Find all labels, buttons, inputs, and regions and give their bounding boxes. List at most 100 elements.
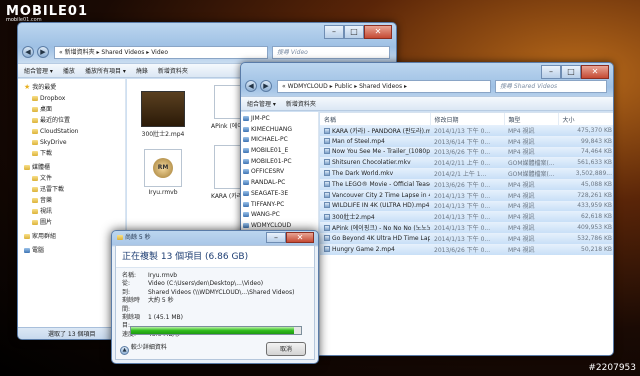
table-row[interactable]: The LEGO® Movie - Official Teaser Tr...2…: [320, 178, 613, 190]
minimize-button[interactable]: –: [324, 25, 344, 39]
table-row[interactable]: Hungry Game 2.mp4 2013/6/26 下午 0... MP4 視訊…: [320, 243, 613, 255]
sidebar-item-label: 家用群組: [32, 233, 57, 240]
table-row[interactable]: KARA (카라) - PANDORA (판도라).mp4 2014/1/13 下…: [320, 125, 613, 136]
table-row[interactable]: Vancouver City 2 Time Lapse in 4K Ultr..…: [320, 189, 613, 201]
sidebar-item[interactable]: Dropbox: [18, 93, 125, 104]
forward-arrow-icon[interactable]: ▶: [37, 46, 49, 58]
new-folder-button[interactable]: 新增資料夾: [158, 66, 188, 75]
burn-button[interactable]: 燒錄: [136, 66, 148, 75]
navigation-pane: ★ 我的最愛 Dropbox 桌面 最近的位置 CloudStation SkyDrive 下…: [18, 79, 126, 327]
progress-fill: [131, 327, 295, 334]
cell-size: 409,953 KB: [558, 222, 613, 233]
table-row[interactable]: The Dark World.mkv 2014/2/1 上午 1... GOM媒體檔…: [320, 168, 613, 179]
sidebar-item[interactable]: 媒體櫃: [18, 162, 125, 173]
back-arrow-icon[interactable]: ◀: [22, 46, 34, 58]
sidebar-item[interactable]: 桌面: [18, 104, 125, 115]
network-item[interactable]: WANG-PC: [241, 210, 318, 221]
maximize-button[interactable]: □: [344, 25, 364, 39]
new-folder-button[interactable]: 新增資料夾: [286, 99, 316, 108]
close-button[interactable]: ✕: [286, 232, 314, 243]
cancel-button[interactable]: 取消: [266, 342, 306, 356]
network-item[interactable]: TIFFANY-PC: [241, 200, 318, 211]
folder-icon: [32, 209, 38, 214]
network-item[interactable]: MICHAEL-PC: [241, 135, 318, 146]
sidebar-item[interactable]: 視訊: [18, 206, 125, 217]
minimize-button[interactable]: –: [266, 232, 286, 243]
copy-detail-row: 剩餘時間: 大約 5 秒: [122, 297, 174, 313]
computer-icon: [243, 201, 249, 207]
folder-icon: [32, 187, 38, 192]
video-file-icon: [324, 245, 330, 252]
forward-arrow-icon[interactable]: ▶: [260, 80, 272, 92]
sidebar-item[interactable]: 迅雷下載: [18, 184, 125, 195]
column-size[interactable]: 大小: [558, 113, 613, 125]
play-button[interactable]: 播放: [63, 66, 75, 75]
sidebar-item[interactable]: 下載: [18, 148, 125, 159]
sidebar-item[interactable]: SkyDrive: [18, 137, 125, 148]
column-type[interactable]: 類型: [504, 113, 559, 125]
window-controls: – □ ✕: [324, 25, 392, 39]
thumbnail-iryu[interactable]: RM Iryu.rmvb: [141, 149, 185, 196]
network-item[interactable]: MOBILE01_E: [241, 146, 318, 157]
search-input[interactable]: 搜尋 Video: [272, 46, 390, 59]
sidebar-item[interactable]: 電腦: [18, 245, 125, 256]
cell-name: APink (에이핑크) - No No No (노노노)...: [320, 222, 430, 233]
table-row[interactable]: Shitsuren Chocolatier.mkv 2014/2/11 上午 0.…: [320, 157, 613, 169]
cell-date: 2014/2/11 上午 0...: [430, 157, 504, 169]
table-row[interactable]: Go Beyond 4K Ultra HD Time Lapse m...201…: [320, 232, 613, 244]
organize-button[interactable]: 組合管理 ▾: [24, 66, 53, 75]
sidebar-item[interactable]: ★ 我的最愛: [18, 82, 125, 93]
table-row[interactable]: Man of Steel.mp4 2013/6/14 下午 0... MP4 視訊 9…: [320, 135, 613, 147]
network-item[interactable]: JIM-PC: [241, 114, 318, 125]
dialog-body: 正在複製 13 個項目 (6.86 GB) 名稱: Iryu.rmvb 從: Vide…: [115, 245, 315, 360]
sidebar-item[interactable]: CloudStation: [18, 126, 125, 137]
sidebar-item-label: 迅雷下載: [40, 186, 65, 193]
close-button[interactable]: ✕: [364, 25, 392, 39]
computer-icon: [243, 169, 249, 175]
play-all-button[interactable]: 播放所有項目 ▾: [85, 66, 126, 75]
maximize-button[interactable]: □: [561, 65, 581, 79]
search-input[interactable]: 搜尋 Shared Videos: [495, 80, 607, 93]
column-date[interactable]: 修改日期: [430, 113, 505, 125]
cell-date: 2013/6/26 下午 0...: [430, 243, 504, 255]
window-controls: – □ ✕: [541, 65, 609, 79]
details-view: 名稱 修改日期 類型 大小 KARA (카라) - PANDORA (판도라).…: [320, 112, 613, 355]
close-button[interactable]: ✕: [581, 65, 609, 79]
organize-button[interactable]: 組合管理 ▾: [247, 99, 276, 108]
table-row[interactable]: 300壯士2.mp4 2014/1/13 下午 0... MP4 視訊 62,618 …: [320, 211, 613, 223]
thumbnail-300[interactable]: 300壯士2.mp4: [137, 91, 189, 138]
address-bar[interactable]: « 新增資料夾 ▸ Shared Videos ▸ Video: [54, 46, 268, 59]
table-row[interactable]: APink (에이핑크) - No No No (노노노)... 2014/1/1…: [320, 222, 613, 233]
cell-date: 2013/6/26 下午 0...: [430, 178, 504, 190]
column-name[interactable]: 名稱: [320, 113, 431, 125]
cell-date: 2013/6/14 下午 0...: [430, 135, 504, 147]
sidebar-item[interactable]: 圖片: [18, 217, 125, 228]
sidebar-item-label: 圖片: [40, 219, 53, 226]
video-file-icon: [324, 191, 330, 198]
folder-icon: [32, 198, 38, 203]
sidebar-item[interactable]: 最近的位置: [18, 115, 125, 126]
computer-icon: [243, 190, 249, 196]
less-info-toggle[interactable]: ▲ 較少詳細資料: [120, 342, 167, 355]
computer-icon: [243, 212, 249, 218]
sidebar-item[interactable]: 家用群組: [18, 231, 125, 242]
network-item[interactable]: SEAGATE-3E: [241, 189, 318, 200]
computer-icon: [243, 126, 249, 132]
network-item[interactable]: OFFICESRV: [241, 167, 318, 178]
cell-date: 2014/2/1 上午 1...: [430, 168, 504, 179]
sidebar-item[interactable]: 文件: [18, 173, 125, 184]
cell-size: 45,088 KB: [558, 178, 613, 190]
network-item[interactable]: MOBILE01-PC: [241, 157, 318, 168]
cell-date: 2014/1/13 下午 0...: [430, 211, 504, 223]
network-item[interactable]: KIMECHUANG: [241, 125, 318, 136]
sidebar-item[interactable]: 音樂: [18, 195, 125, 206]
cell-size: 433,959 KB: [558, 200, 613, 212]
table-row[interactable]: WILDLIFE IN 4K (ULTRA HD).mp4 2014/1/13 下…: [320, 200, 613, 212]
network-item[interactable]: RANDAL-PC: [241, 178, 318, 189]
table-row[interactable]: Now You See Me - Trailer_(1080p).mp42013…: [320, 146, 613, 158]
minimize-button[interactable]: –: [541, 65, 561, 79]
address-bar[interactable]: « WDMYCLOUD ▸ Public ▸ Shared Videos ▸: [277, 80, 491, 93]
sidebar-item-label: 我的最愛: [32, 84, 57, 91]
cell-type: GOM媒體檔案(...: [504, 157, 558, 169]
back-arrow-icon[interactable]: ◀: [245, 80, 257, 92]
